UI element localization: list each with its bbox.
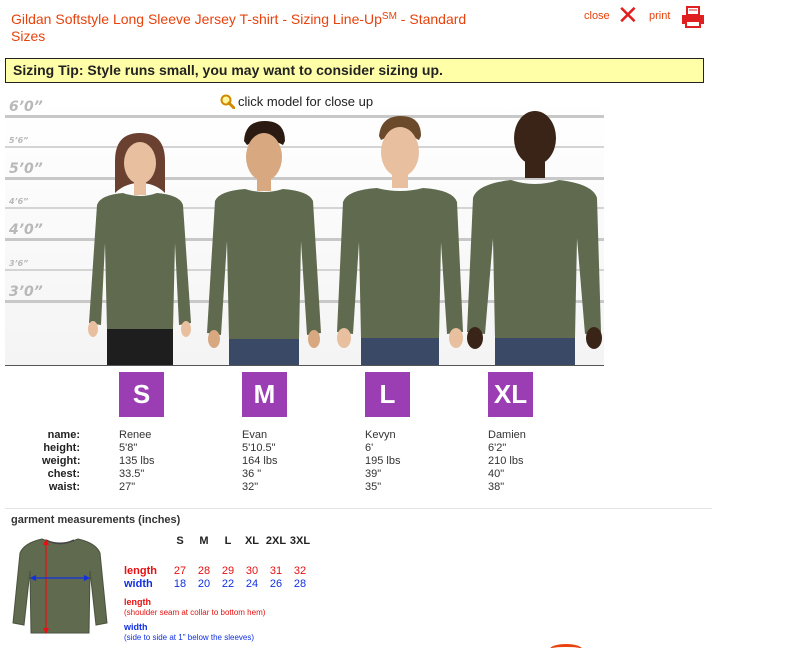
col-header-xl: XL bbox=[244, 535, 260, 547]
model-details-m: Evan 5'10.5" 164 lbs 36 " 32" bbox=[242, 429, 277, 494]
table-cell: 28 bbox=[197, 565, 211, 577]
printer-icon[interactable] bbox=[681, 6, 705, 28]
col-header-s: S bbox=[176, 535, 184, 547]
model-details-l: Kevyn 6' 195 lbs 39" 35" bbox=[365, 429, 400, 494]
partial-widget-edge bbox=[550, 644, 582, 648]
sizing-tip-banner: Sizing Tip: Style runs small, you may wa… bbox=[5, 58, 704, 83]
model-height: 6' bbox=[365, 442, 374, 454]
model-photo-m[interactable] bbox=[203, 121, 325, 366]
height-label-4-0: 4’0” bbox=[9, 222, 43, 238]
zoom-hint: click model for close up bbox=[220, 94, 373, 109]
model-height: 5'8" bbox=[119, 442, 138, 454]
table-cell: 29 bbox=[221, 565, 235, 577]
print-link[interactable]: print bbox=[649, 10, 670, 22]
model-weight: 164 lbs bbox=[242, 455, 278, 467]
magnifier-icon bbox=[220, 94, 235, 109]
height-label-4-6: 4’6” bbox=[9, 197, 29, 206]
label-chest: chest: bbox=[47, 468, 80, 480]
col-header-l: L bbox=[224, 535, 232, 547]
title-text: Gildan Softstyle Long Sleeve Jersey T-sh… bbox=[11, 11, 382, 27]
page-title: Gildan Softstyle Long Sleeve Jersey T-sh… bbox=[11, 11, 491, 45]
width-note-title: width bbox=[124, 622, 148, 632]
table-cell: 28 bbox=[293, 578, 307, 590]
label-name: name: bbox=[47, 429, 80, 441]
model-weight: 135 lbs bbox=[119, 455, 155, 467]
table-cell: 22 bbox=[221, 578, 235, 590]
label-height: height: bbox=[43, 442, 80, 454]
table-cell: 27 bbox=[173, 565, 187, 577]
model-photo-s[interactable] bbox=[85, 133, 195, 366]
width-note-text: (side to side at 1" below the sleeves) bbox=[124, 633, 255, 642]
height-label-3-6: 3’6” bbox=[9, 259, 29, 268]
height-label-5-0: 5’0” bbox=[9, 161, 43, 177]
model-chest: 39" bbox=[365, 468, 382, 480]
label-waist: waist: bbox=[48, 481, 80, 493]
model-photo-l[interactable] bbox=[331, 116, 467, 366]
title-superscript: SM bbox=[381, 11, 397, 22]
label-weight: weight: bbox=[42, 455, 81, 467]
model-waist: 32" bbox=[242, 481, 259, 493]
height-label-5-6: 5’6” bbox=[9, 136, 29, 145]
model-name: Damien bbox=[488, 429, 526, 441]
table-header-blank bbox=[124, 535, 168, 565]
model-weight: 195 lbs bbox=[365, 455, 401, 467]
garment-measurements-title: garment measurements (inches) bbox=[11, 514, 181, 526]
width-note: width (side to side at 1" below the slee… bbox=[124, 622, 254, 643]
length-note-title: length bbox=[124, 597, 151, 607]
model-photo-xl[interactable] bbox=[463, 106, 603, 366]
col-header-2xl: 2XL bbox=[265, 535, 287, 547]
size-badge-l: L bbox=[365, 372, 410, 417]
table-cell: 26 bbox=[269, 578, 283, 590]
table-cell: 18 bbox=[173, 578, 187, 590]
zoom-hint-text: click model for close up bbox=[238, 94, 374, 109]
close-icon[interactable]: ✕ bbox=[617, 3, 639, 29]
model-lineup: 6’0” 5’6” 5’0” 4’6” 4’0” 3’6” 3’0” bbox=[5, 100, 604, 366]
size-badge-s: S bbox=[119, 372, 164, 417]
table-header-row: S M L XL 2XL 3XL bbox=[124, 535, 312, 565]
table-cell: 20 bbox=[197, 578, 211, 590]
model-details-xl: Damien 6'2" 210 lbs 40" 38" bbox=[488, 429, 526, 494]
model-details-s: Renee 5'8" 135 lbs 33.5" 27" bbox=[119, 429, 154, 494]
col-header-3xl: 3XL bbox=[289, 535, 311, 547]
height-label-3-0: 3’0” bbox=[9, 284, 43, 300]
model-height: 6'2" bbox=[488, 442, 507, 454]
table-cell: 30 bbox=[245, 565, 259, 577]
model-name: Evan bbox=[242, 429, 268, 441]
height-label-6-0: 6’0” bbox=[9, 100, 43, 115]
model-waist: 38" bbox=[488, 481, 505, 493]
section-divider bbox=[5, 508, 712, 509]
model-height: 5'10.5" bbox=[242, 442, 276, 454]
length-note-text: (shoulder seam at collar to bottom hem) bbox=[124, 608, 266, 617]
table-row-width: width 18 20 22 24 26 28 bbox=[124, 578, 312, 591]
size-badge-xl: XL bbox=[488, 372, 533, 417]
garment-measurements-table: S M L XL 2XL 3XL length 27 28 29 30 31 3… bbox=[124, 535, 312, 591]
size-badge-m: M bbox=[242, 372, 287, 417]
model-chest: 33.5" bbox=[119, 468, 145, 480]
row-label-width: width bbox=[124, 578, 153, 590]
model-weight: 210 lbs bbox=[488, 455, 524, 467]
model-chest: 40" bbox=[488, 468, 505, 480]
model-name: Renee bbox=[119, 429, 152, 441]
table-cell: 24 bbox=[245, 578, 259, 590]
table-cell: 32 bbox=[293, 565, 307, 577]
attribute-labels: name: height: weight: chest: waist: bbox=[42, 429, 81, 494]
col-header-m: M bbox=[199, 535, 209, 547]
table-cell: 31 bbox=[269, 565, 283, 577]
model-waist: 35" bbox=[365, 481, 382, 493]
table-row-length: length 27 28 29 30 31 32 bbox=[124, 565, 312, 578]
length-note: length (shoulder seam at collar to botto… bbox=[124, 597, 265, 618]
row-label-length: length bbox=[124, 565, 157, 577]
model-name: Kevyn bbox=[365, 429, 396, 441]
model-waist: 27" bbox=[119, 481, 136, 493]
shirt-diagram-icon bbox=[12, 538, 108, 634]
close-link[interactable]: close bbox=[584, 10, 610, 22]
model-chest: 36 " bbox=[242, 468, 262, 480]
